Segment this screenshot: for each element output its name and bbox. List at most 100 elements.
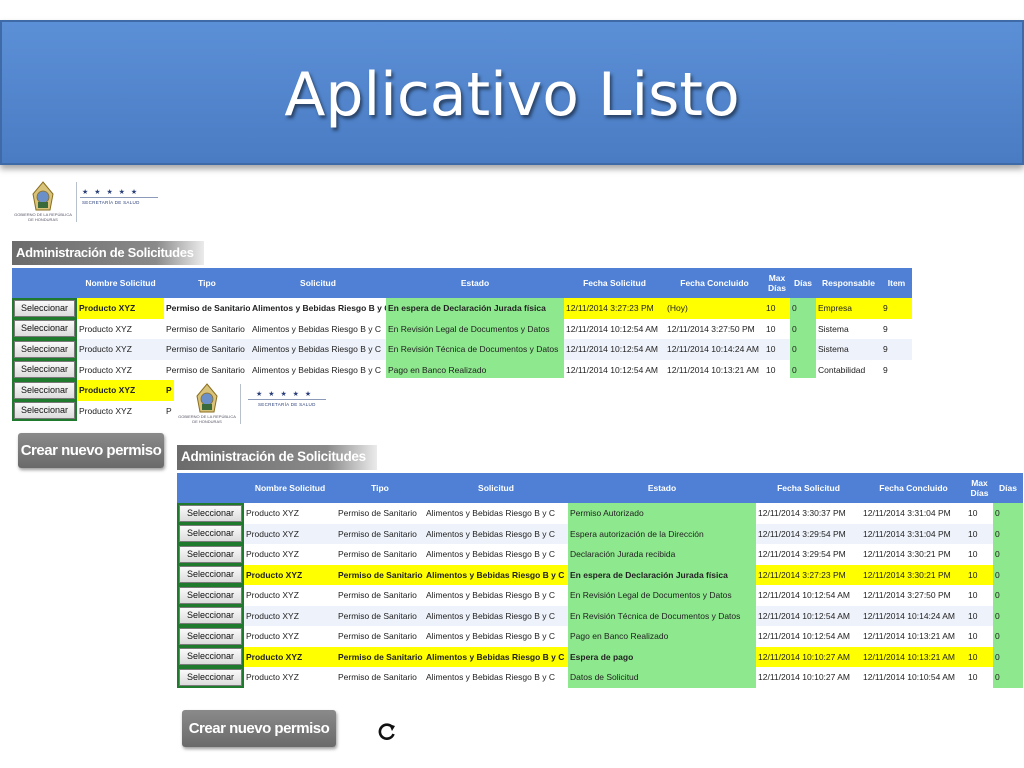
select-cell: Seleccionar <box>12 318 77 339</box>
table-row: Seleccionar Producto XYZ Permiso de Sanita… <box>177 667 1023 688</box>
cell-fecha-solicitud: 12/11/2014 10:10:27 AM <box>756 646 861 667</box>
select-button[interactable]: Seleccionar <box>179 668 242 686</box>
col-dias[interactable]: Días <box>993 473 1023 503</box>
cell-fecha-solicitud: 12/11/2014 3:29:54 PM <box>756 544 861 565</box>
select-button[interactable]: Seleccionar <box>14 381 75 399</box>
col-max-dias[interactable]: Max Días <box>764 268 790 298</box>
cell-nombre: Producto XYZ <box>77 298 164 319</box>
select-button[interactable]: Seleccionar <box>179 607 242 625</box>
refresh-icon[interactable] <box>377 722 397 742</box>
panel2-header: Administración de Solicitudes <box>177 445 377 470</box>
cell-fecha-solicitud: 12/11/2014 3:27:23 PM <box>564 298 665 319</box>
cell-dias: 0 <box>993 585 1023 606</box>
select-button[interactable]: Seleccionar <box>179 525 242 543</box>
stars-icon: ★ ★ ★ ★ ★ <box>256 391 314 398</box>
select-button[interactable]: Seleccionar <box>179 648 242 666</box>
col-responsable[interactable]: Responsable <box>816 268 881 298</box>
slide-title: Aplicativo Listo <box>284 60 740 130</box>
cell-responsable: Sistema <box>816 339 881 360</box>
cell-max-dias: 10 <box>764 318 790 339</box>
cell-solicitud: Alimentos y Bebidas Riesgo B y C <box>424 646 568 667</box>
table-row: Seleccionar Producto XYZ Permiso de Sanita… <box>177 626 1023 647</box>
panel1-header: Administración de Solicitudes <box>12 241 204 265</box>
select-button[interactable]: Seleccionar <box>179 627 242 645</box>
select-button[interactable]: Seleccionar <box>14 320 75 338</box>
select-button[interactable]: Seleccionar <box>179 504 242 522</box>
select-button[interactable]: Seleccionar <box>179 545 242 563</box>
col-nombre[interactable]: Nombre Solicitud <box>244 473 336 503</box>
cell-estado: En espera de Declaración Jurada física <box>386 298 564 319</box>
col-fecha-solicitud[interactable]: Fecha Solicitud <box>756 473 861 503</box>
cell-responsable: Empresa <box>816 298 881 319</box>
col-fecha-concluido[interactable]: Fecha Concluido <box>861 473 966 503</box>
cell-estado: Pago en Banco Realizado <box>386 359 564 380</box>
agency-name: SECRETARÍA DE SALUD <box>258 402 316 407</box>
cell-nombre: Producto XYZ <box>77 400 164 421</box>
table-row: Seleccionar Producto XYZ Permiso de Sani… <box>12 339 912 360</box>
col-solicitud[interactable]: Solicitud <box>250 268 386 298</box>
cell-estado: En Revisión Técnica de Documentos y Dato… <box>568 605 756 626</box>
cell-fecha-concluido: 12/11/2014 3:30:21 PM <box>861 564 966 585</box>
select-button[interactable]: Seleccionar <box>179 586 242 604</box>
cell-dias: 0 <box>993 667 1023 688</box>
logo-secretaria-salud-2: GOBIERNO DE LA REPÚBLICA DE HONDURAS ★ ★… <box>178 382 333 432</box>
col-fecha-solicitud[interactable]: Fecha Solicitud <box>564 268 665 298</box>
col-max-dias[interactable]: Max Días <box>966 473 993 503</box>
cell-solicitud: Alimentos y Bebidas Riesgo B y C <box>424 626 568 647</box>
cell-fecha-solicitud: 12/11/2014 3:30:37 PM <box>756 503 861 524</box>
col-solicitud[interactable]: Solicitud <box>424 473 568 503</box>
cell-fecha-concluido: 12/11/2014 10:13:21 AM <box>665 359 764 380</box>
cell-fecha-concluido: 12/11/2014 3:31:04 PM <box>861 523 966 544</box>
cell-max-dias: 10 <box>966 626 993 647</box>
cell-fecha-concluido: 12/11/2014 3:30:21 PM <box>861 544 966 565</box>
cell-dias: 0 <box>993 605 1023 626</box>
col-tipo[interactable]: Tipo <box>164 268 250 298</box>
cell-fecha-solicitud: 12/11/2014 10:10:27 AM <box>756 667 861 688</box>
select-button[interactable]: Seleccionar <box>179 566 242 584</box>
cell-item: 9 <box>881 339 912 360</box>
seal-caption: GOBIERNO DE LA REPÚBLICA DE HONDURAS <box>178 414 236 424</box>
col-fecha-concluido[interactable]: Fecha Concluido <box>665 268 764 298</box>
cell-dias: 0 <box>993 544 1023 565</box>
col-estado[interactable]: Estado <box>568 473 756 503</box>
col-dias[interactable]: Días <box>790 268 816 298</box>
create-permit-button[interactable]: Crear nuevo permiso <box>18 433 164 468</box>
stars-icon: ★ ★ ★ ★ ★ <box>82 189 140 196</box>
cell-fecha-solicitud: 12/11/2014 10:12:54 AM <box>564 318 665 339</box>
cell-dias: 0 <box>993 564 1023 585</box>
select-button[interactable]: Seleccionar <box>14 299 75 317</box>
table-row: Seleccionar Producto XYZ Permiso de Sanita… <box>177 605 1023 626</box>
select-button[interactable]: Seleccionar <box>14 361 75 379</box>
cell-fecha-concluido: 12/11/2014 10:13:21 AM <box>861 646 966 667</box>
cell-nombre: Producto XYZ <box>77 339 164 360</box>
cell-nombre: Producto XYZ <box>77 318 164 339</box>
select-button[interactable]: Seleccionar <box>14 340 75 358</box>
logo-divider <box>76 182 77 222</box>
select-cell: Seleccionar <box>177 667 244 688</box>
select-cell: Seleccionar <box>177 626 244 647</box>
cell-estado: En Revisión Técnica de Documentos y Dato… <box>386 339 564 360</box>
cell-dias: 0 <box>993 503 1023 524</box>
cell-item: 9 <box>881 359 912 380</box>
panel1-header-row: Nombre Solicitud Tipo Solicitud Estado F… <box>12 268 912 298</box>
col-tipo[interactable]: Tipo <box>336 473 424 503</box>
select-button[interactable]: Seleccionar <box>14 402 75 420</box>
cell-max-dias: 10 <box>966 564 993 585</box>
cell-nombre: Producto XYZ <box>244 646 336 667</box>
col-nombre[interactable]: Nombre Solicitud <box>77 268 164 298</box>
create-permit-button-2[interactable]: Crear nuevo permiso <box>182 710 336 747</box>
cell-responsable: Contabilidad <box>816 359 881 380</box>
cell-tipo: Permiso de Sanitario <box>164 339 250 360</box>
cell-fecha-solicitud: 12/11/2014 10:12:54 AM <box>756 605 861 626</box>
cell-dias: 0 <box>790 359 816 380</box>
col-estado[interactable]: Estado <box>386 268 564 298</box>
cell-tipo: Permiso de Sanitario <box>336 564 424 585</box>
logo-divider <box>240 384 241 424</box>
cell-nombre: Producto XYZ <box>244 523 336 544</box>
table-row: Seleccionar Producto XYZ Permiso de Sanita… <box>177 585 1023 606</box>
cell-solicitud: Alimentos y Bebidas Riesgo B y C <box>424 667 568 688</box>
cell-item: 9 <box>881 318 912 339</box>
cell-estado: En Revisión Legal de Documentos y Datos <box>568 585 756 606</box>
col-item[interactable]: Item <box>881 268 912 298</box>
cell-tipo: Permiso de Sanitario <box>336 605 424 626</box>
